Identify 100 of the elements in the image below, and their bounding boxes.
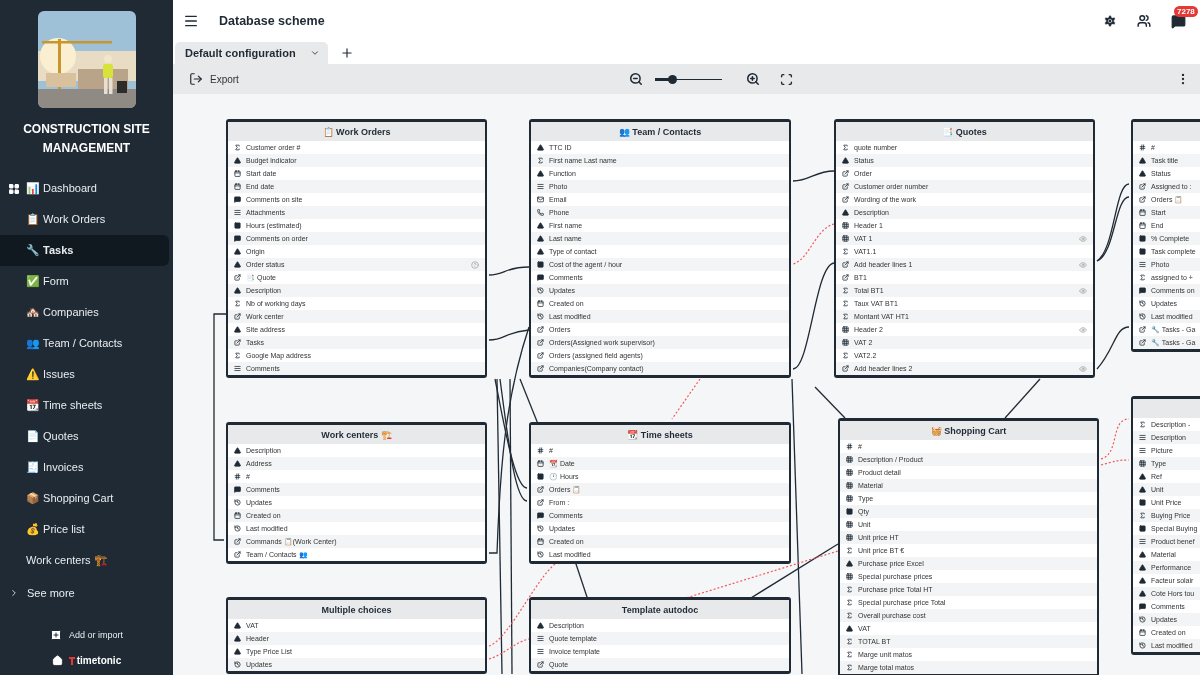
sidebar-item[interactable]: 📦 Shopping Cart xyxy=(0,483,169,514)
sidebar-item[interactable]: 📄 Quotes xyxy=(0,421,169,452)
add-or-import-button[interactable]: Add or import xyxy=(50,629,123,641)
sidebar-item[interactable]: 🏘 Companies xyxy=(0,297,169,328)
lines-icon xyxy=(1139,538,1146,545)
sigma-icon xyxy=(842,248,849,255)
grid-icon xyxy=(846,521,853,528)
triangle-icon xyxy=(842,157,849,164)
lines-icon xyxy=(537,648,544,655)
sidebar-item[interactable]: ✅ Form xyxy=(0,266,169,297)
sidebar-item[interactable]: Work centers 🏗 xyxy=(0,545,169,576)
sidebar-item[interactable]: 📋 Work Orders xyxy=(0,204,169,235)
menu-button[interactable] xyxy=(183,13,199,29)
table-card[interactable] xyxy=(838,418,1099,675)
sigma-icon xyxy=(1139,274,1146,281)
table-title: 👥 Team / Contacts xyxy=(618,126,702,137)
link-icon xyxy=(1139,339,1146,346)
sidebar-item[interactable]: 📆 Time sheets xyxy=(0,390,169,421)
settings-button[interactable] xyxy=(1103,14,1117,28)
calendar-icon xyxy=(537,538,544,545)
calendar-icon xyxy=(1139,209,1146,216)
sigma-icon xyxy=(234,300,241,307)
hash-icon xyxy=(846,443,853,450)
grid-icon xyxy=(842,222,849,229)
fit-view-button[interactable] xyxy=(779,72,793,86)
link-icon xyxy=(842,183,849,190)
history-icon xyxy=(234,499,241,506)
slider-thumb[interactable] xyxy=(667,74,677,84)
table-title: Work centers 🏗 xyxy=(321,429,392,440)
lines-icon xyxy=(537,635,544,642)
grid-icon xyxy=(846,469,853,476)
triangle-icon xyxy=(537,144,544,151)
users-button[interactable] xyxy=(1137,14,1151,28)
zoom-in-button[interactable] xyxy=(745,72,760,86)
chevron-icon xyxy=(309,48,320,58)
sigma-icon xyxy=(537,157,544,164)
calendar-icon xyxy=(1139,222,1146,229)
hash-icon xyxy=(1139,144,1146,151)
link-icon xyxy=(234,274,241,281)
link-icon xyxy=(842,170,849,177)
comment-icon xyxy=(1139,287,1146,294)
caret-icon xyxy=(9,588,19,598)
table-title: Template autodoc xyxy=(621,604,699,615)
triangle-icon xyxy=(234,326,241,333)
history-icon xyxy=(1139,616,1146,623)
triangle-icon xyxy=(846,625,853,632)
link-icon xyxy=(842,274,849,281)
calendar-icon xyxy=(1139,629,1146,636)
link-icon xyxy=(1139,196,1146,203)
triangle-icon xyxy=(846,560,853,567)
config-tab[interactable]: Default configuration xyxy=(175,42,328,64)
calendar-icon xyxy=(537,460,544,467)
link-icon xyxy=(234,551,241,558)
sidebar-item[interactable]: 👥 Team / Contacts xyxy=(0,328,169,359)
grid-icon xyxy=(1139,460,1146,467)
export-button[interactable]: Export xyxy=(189,72,239,86)
hash-icon xyxy=(234,473,241,480)
sidebar-item[interactable]: 💰 Price list xyxy=(0,514,169,545)
sidebar-item[interactable]: 🧾 Invoices xyxy=(0,452,169,483)
see-more-link[interactable]: See more xyxy=(0,580,173,606)
connector-line xyxy=(814,386,846,419)
calendar-icon xyxy=(234,170,241,177)
link-icon xyxy=(537,365,544,372)
sigma-icon xyxy=(1139,512,1146,519)
grid-icon xyxy=(846,495,853,502)
mail-icon xyxy=(537,196,544,203)
table-title: 📋 Work Orders xyxy=(322,126,391,137)
lines-icon xyxy=(1139,447,1146,454)
comment-icon xyxy=(537,274,544,281)
table-card[interactable] xyxy=(226,119,487,378)
table-title: Multiple choices xyxy=(321,604,392,615)
grid-icon xyxy=(842,326,849,333)
lines-icon xyxy=(537,183,544,190)
triangle-icon xyxy=(234,157,241,164)
history-icon xyxy=(537,313,544,320)
sidebar-item[interactable]: ⚠ Issues xyxy=(0,359,169,390)
table-title: 🧺 Shopping Cart xyxy=(930,425,1007,436)
triangle-icon xyxy=(537,622,544,629)
history-icon xyxy=(234,661,241,668)
brand-logo: timetonic xyxy=(68,655,122,666)
link-icon xyxy=(842,196,849,203)
connector-line xyxy=(488,266,530,276)
comment-icon xyxy=(234,196,241,203)
zoom-out-button[interactable] xyxy=(628,72,643,86)
sigma-icon xyxy=(842,352,849,359)
grid-icon xyxy=(842,339,849,346)
link-icon xyxy=(842,365,849,372)
plus-icon xyxy=(50,629,62,641)
connector-line xyxy=(1096,326,1130,370)
comment-icon xyxy=(234,235,241,242)
sidebar-item[interactable]: 📊 Dashboard xyxy=(0,173,169,204)
dashed-connector-line xyxy=(792,223,835,265)
link-icon xyxy=(537,352,544,359)
home-icon[interactable] xyxy=(51,655,63,666)
hash-icon xyxy=(537,447,544,454)
grid-icon xyxy=(846,482,853,489)
table-card[interactable] xyxy=(529,119,791,378)
grid-icon xyxy=(846,534,853,541)
calendar-icon xyxy=(234,183,241,190)
sidebar-item[interactable]: 🔧 Tasks xyxy=(0,235,169,266)
